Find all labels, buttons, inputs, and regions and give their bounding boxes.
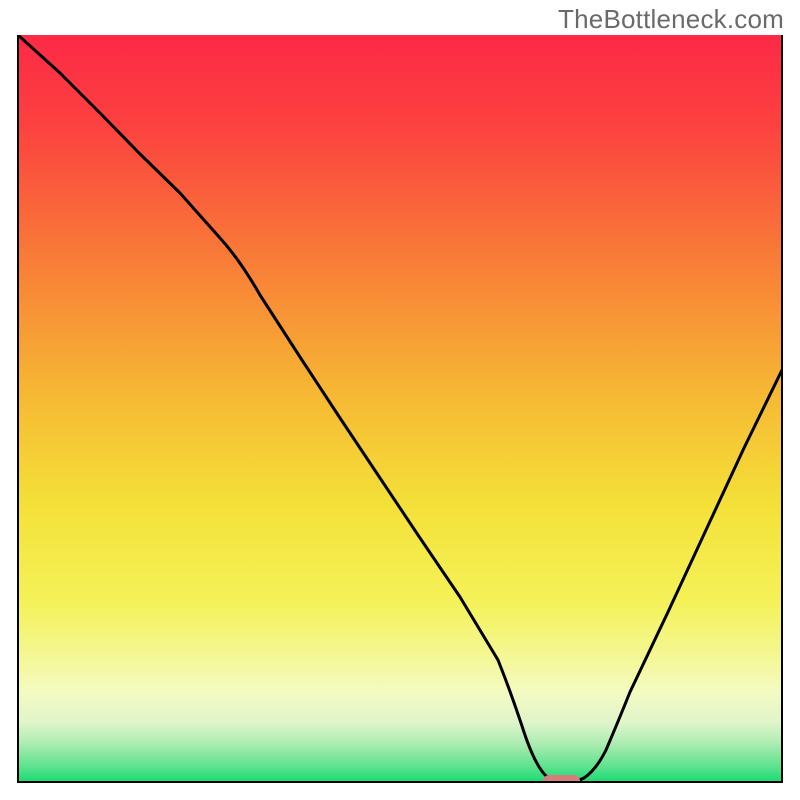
chart-svg — [0, 0, 800, 800]
watermark-text: TheBottleneck.com — [558, 4, 784, 35]
bottleneck-chart: TheBottleneck.com — [0, 0, 800, 800]
